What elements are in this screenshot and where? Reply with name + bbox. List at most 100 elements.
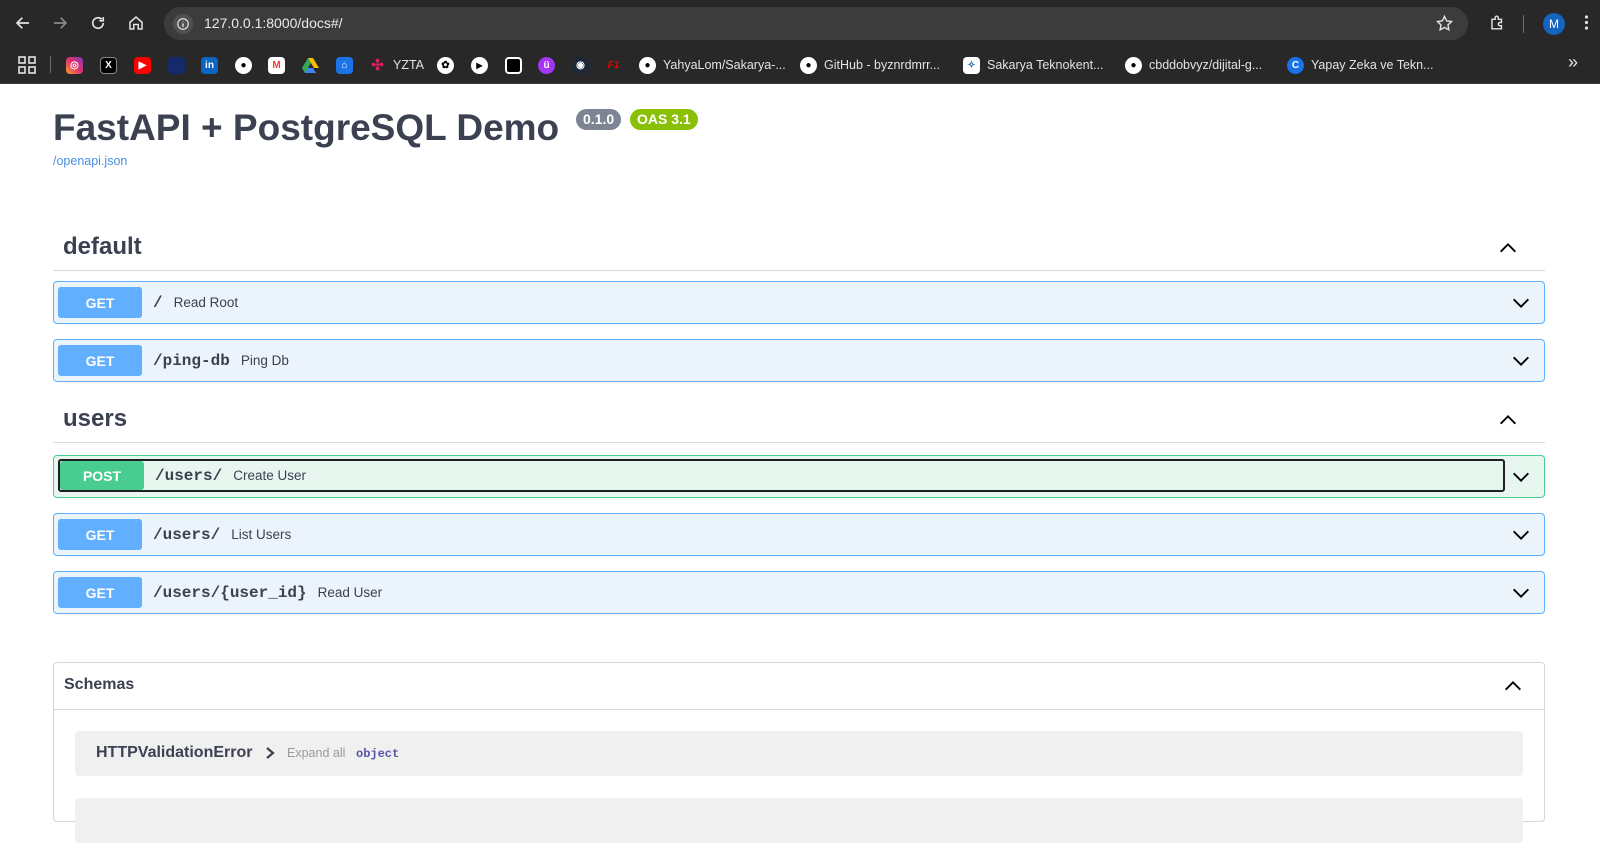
arrow-left-icon [15, 17, 29, 29]
bookmark-steam[interactable]: ◉ [572, 55, 589, 75]
tag-default-header[interactable]: default [53, 223, 1545, 271]
operation-path: /ping-db [153, 351, 230, 370]
url-text[interactable]: 127.0.0.1:8000/docs#/ [204, 15, 343, 31]
home-icon [129, 16, 143, 30]
method-badge: GET [58, 345, 142, 376]
bookmark-drive[interactable] [302, 55, 319, 75]
bookmark-yapay-zeka[interactable]: C Yapay Zeka ve Tekn... [1287, 55, 1434, 75]
tag-name: default [63, 233, 142, 260]
bookmark-separator [50, 56, 51, 73]
bookmark-label: Sakarya Teknokent... [987, 58, 1104, 72]
tag-name: users [63, 405, 128, 432]
github-icon: ● [1125, 56, 1142, 74]
bookmark-x[interactable]: X [100, 55, 117, 75]
gmail-icon: M [268, 56, 285, 74]
forward-button[interactable] [46, 9, 74, 37]
model-name[interactable]: HTTPValidationError [96, 744, 252, 762]
bookmarks-bar: ◎ X ▶ in ● M ⌂ ✣ YZTA ✿ ▶ ü ◉ F1 ● YahyaLo… [0, 46, 1600, 84]
instagram-icon: ◎ [66, 56, 83, 74]
slack-icon: ✣ [371, 57, 384, 74]
reload-icon [91, 16, 105, 30]
operation-summary: Read User [317, 585, 383, 600]
reload-button[interactable] [84, 9, 112, 37]
operation-path: /users/{user_id} [153, 583, 307, 602]
chevron-down-icon[interactable] [1510, 466, 1532, 493]
bookmark-linkedin[interactable]: in [201, 55, 218, 75]
arrow-right-icon [54, 17, 68, 29]
bookmark-github-sakarya[interactable]: ● YahyaLom/Sakarya-... [639, 55, 786, 75]
github-icon: ● [800, 56, 817, 74]
bookmark-instagram[interactable]: ◎ [66, 55, 83, 75]
operation-get-users[interactable]: GET /users/ List Users [53, 513, 1545, 556]
chevron-up-icon[interactable] [1502, 675, 1524, 702]
tag-users-header[interactable]: users [53, 395, 1545, 443]
chevron-right-icon[interactable] [263, 745, 277, 766]
openapi-json-link[interactable]: /openapi.json [53, 154, 127, 168]
method-badge: POST [60, 461, 144, 490]
browser-toolbar: 127.0.0.1:8000/docs#/ M [0, 0, 1600, 46]
bookmark-github-byznrdmrr[interactable]: ● GitHub - byznrdmrr... [800, 55, 940, 75]
dark-blue-site-icon [168, 56, 185, 74]
schemas-section: Schemas HTTPValidationError Expand all o… [53, 662, 1545, 843]
bookmark-yzta[interactable]: ✣ YZTA [369, 55, 424, 75]
chevron-down-icon[interactable] [1510, 582, 1532, 609]
bookmark-teknokent[interactable]: ✧ Sakarya Teknokent... [963, 55, 1104, 75]
bookmark-gmail[interactable]: M [268, 55, 285, 75]
address-bar[interactable]: 127.0.0.1:8000/docs#/ [164, 7, 1468, 40]
version-badge: 0.1.0 [576, 109, 622, 130]
linkedin-icon: in [201, 56, 218, 74]
expand-all-button[interactable]: Expand all [287, 746, 345, 760]
bookmark-github-dijital[interactable]: ● cbddobvyz/dijital-g... [1125, 55, 1262, 75]
oas-badge: OAS 3.1 [630, 109, 698, 130]
back-button[interactable] [9, 9, 37, 37]
bookmark-star-icon[interactable] [1435, 14, 1454, 38]
schemas-title: Schemas [64, 676, 135, 693]
udemy-icon: ü [538, 56, 555, 74]
bookmark-label: YahyaLom/Sakarya-... [663, 58, 786, 72]
bookmark-square[interactable] [505, 55, 522, 75]
method-badge: GET [58, 577, 142, 608]
operation-get-ping-db[interactable]: GET /ping-db Ping Db [53, 339, 1545, 382]
operation-path: /users/ [153, 525, 221, 544]
bookmark-label: cbddobvyz/dijital-g... [1149, 58, 1263, 72]
bookmark-openai[interactable]: ✿ [437, 55, 454, 75]
operation-post-users[interactable]: POST /users/ Create User [53, 455, 1545, 498]
extensions-icon[interactable] [1488, 13, 1507, 37]
more-bookmarks-icon[interactable]: » [1568, 52, 1578, 73]
bookmark-label: GitHub - byznrdmrr... [824, 58, 940, 72]
apps-grid-icon[interactable] [18, 55, 36, 75]
bookmark-label: Yapay Zeka ve Tekn... [1311, 58, 1434, 72]
teknokent-icon: ✧ [963, 56, 980, 74]
operation-summary: Create User [233, 468, 306, 483]
chevron-up-icon[interactable] [1497, 237, 1519, 264]
bookmark-github[interactable]: ● [235, 55, 252, 75]
bookmark-play[interactable]: ▶ [471, 55, 488, 75]
model-next[interactable] [75, 798, 1523, 843]
profile-avatar[interactable]: M [1543, 13, 1565, 35]
chevron-down-icon[interactable] [1510, 292, 1532, 319]
bookmark-youtube[interactable]: ▶ [134, 55, 151, 75]
bookmark-site[interactable] [168, 55, 185, 75]
bookmark-udemy[interactable]: ü [538, 55, 555, 75]
toolbar-divider [1523, 15, 1524, 33]
c-logo-icon: C [1287, 56, 1304, 74]
site-info-icon[interactable] [173, 14, 193, 34]
home-button[interactable] [122, 9, 150, 37]
f1-icon: F1 [607, 59, 620, 71]
operation-get-root[interactable]: GET / Read Root [53, 281, 1545, 324]
swagger-page: FastAPI + PostgreSQL Demo 0.1.0 OAS 3.1 … [0, 84, 1600, 843]
youtube-icon: ▶ [134, 56, 151, 74]
bookmark-f1[interactable]: F1 [605, 55, 622, 75]
schemas-header[interactable]: Schemas [54, 663, 1544, 710]
github-icon: ● [639, 56, 656, 74]
bookmark-university[interactable]: ⌂ [336, 55, 353, 75]
model-http-validation-error[interactable]: HTTPValidationError Expand all object [75, 731, 1523, 776]
method-badge: GET [58, 519, 142, 550]
operation-get-user-by-id[interactable]: GET /users/{user_id} Read User [53, 571, 1545, 614]
chevron-down-icon[interactable] [1510, 524, 1532, 551]
chevron-up-icon[interactable] [1497, 409, 1519, 436]
menu-kebab-icon[interactable] [1577, 13, 1596, 37]
method-badge: GET [58, 287, 142, 318]
chevron-down-icon[interactable] [1510, 350, 1532, 377]
steam-icon: ◉ [572, 56, 589, 74]
